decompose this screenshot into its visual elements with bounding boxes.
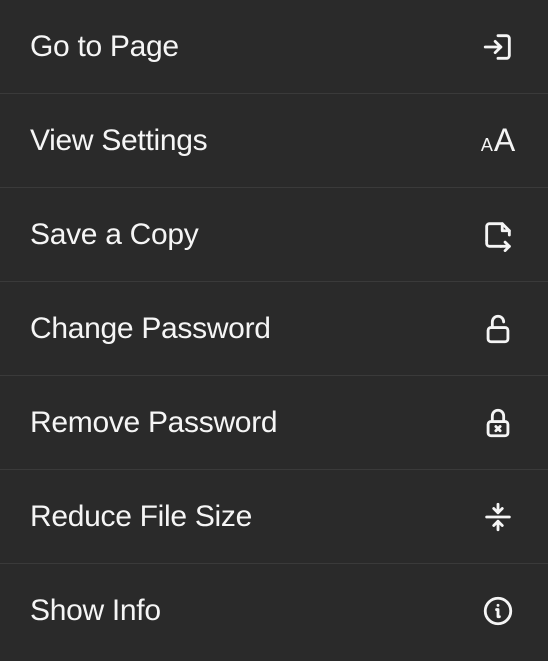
view-settings-item[interactable]: View Settings AA	[0, 94, 548, 188]
page-arrow-icon	[478, 27, 518, 67]
change-password-item[interactable]: Change Password	[0, 282, 548, 376]
info-icon	[478, 591, 518, 631]
menu-item-label: Change Password	[30, 312, 271, 346]
compress-icon	[478, 497, 518, 537]
menu-item-label: Save a Copy	[30, 218, 198, 252]
menu-item-label: Go to Page	[30, 30, 179, 64]
menu-item-label: Remove Password	[30, 406, 277, 440]
menu-item-label: Reduce File Size	[30, 500, 252, 534]
menu-item-label: View Settings	[30, 124, 207, 158]
show-info-item[interactable]: Show Info	[0, 564, 548, 658]
save-a-copy-item[interactable]: Save a Copy	[0, 188, 548, 282]
save-export-icon	[478, 215, 518, 255]
unlock-icon	[478, 309, 518, 349]
menu-item-label: Show Info	[30, 594, 161, 628]
reduce-file-size-item[interactable]: Reduce File Size	[0, 470, 548, 564]
action-menu: Go to Page View Settings AA Save a Copy	[0, 0, 548, 658]
go-to-page-item[interactable]: Go to Page	[0, 0, 548, 94]
lock-x-icon	[478, 403, 518, 443]
text-size-icon: AA	[478, 121, 518, 161]
remove-password-item[interactable]: Remove Password	[0, 376, 548, 470]
